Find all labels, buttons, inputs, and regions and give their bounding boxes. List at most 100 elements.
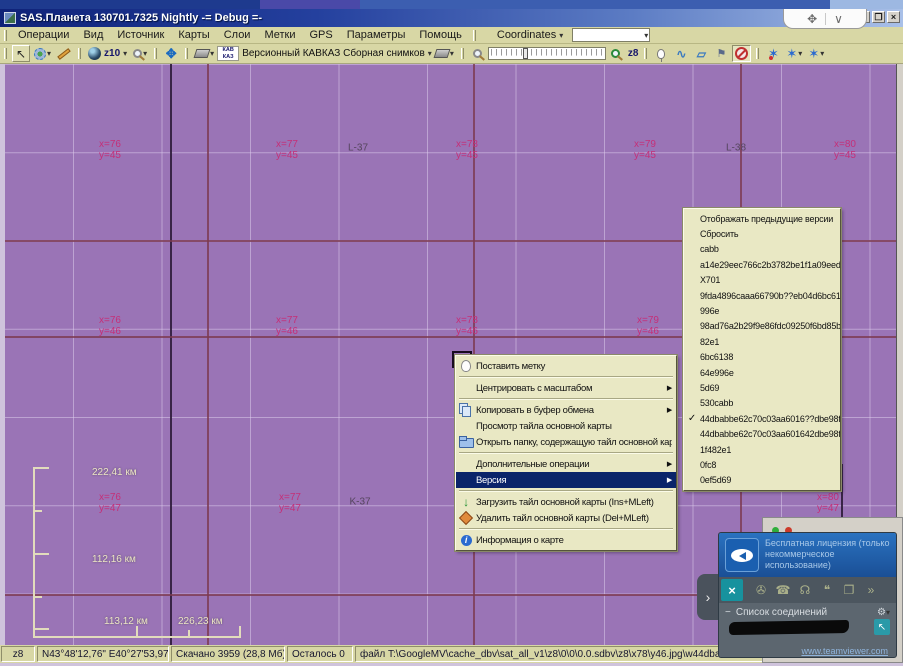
- zoom-in-button[interactable]: [607, 45, 625, 62]
- more-icon[interactable]: »: [861, 583, 881, 597]
- version-menu-item[interactable]: 64e996e: [684, 365, 840, 380]
- phone-call-icon[interactable]: ☎: [773, 583, 793, 597]
- chevron-down-icon[interactable]: ▾: [820, 49, 824, 58]
- context-menu-item[interactable]: Версия▶: [456, 472, 676, 488]
- video-call-icon[interactable]: ✇: [751, 583, 771, 597]
- toolbar-grip[interactable]: [154, 48, 157, 59]
- chevron-down-icon[interactable]: ▾: [450, 49, 454, 58]
- teamviewer-dock-tab[interactable]: ✥ ∨: [783, 9, 867, 29]
- file-transfer-icon[interactable]: ❐: [839, 583, 859, 597]
- toolbar-grip[interactable]: [78, 48, 81, 59]
- version-menu-item[interactable]: 82e1: [684, 334, 840, 349]
- version-menu-item[interactable]: ✓44dbabbe62c70c03aa6016??dbe98f3d: [684, 411, 840, 426]
- version-menu-item[interactable]: 0fc8: [684, 457, 840, 472]
- menubar-item[interactable]: Помощь: [412, 28, 469, 42]
- menubar-item[interactable]: Операции: [11, 28, 76, 42]
- version-menu-item[interactable]: 0ef5d69: [684, 473, 840, 488]
- context-menu-item[interactable]: Поставить метку: [456, 358, 676, 374]
- toolbar-grip[interactable]: [644, 48, 647, 59]
- version-menu-item[interactable]: Отображать предыдущие версии: [684, 211, 840, 226]
- connect-cursor-button[interactable]: ↖: [874, 619, 890, 635]
- previous-zoom-button[interactable]: z10▾: [86, 45, 129, 62]
- basemap-button[interactable]: ▾: [193, 45, 216, 62]
- menubar-item[interactable]: GPS: [303, 28, 340, 42]
- gear-icon[interactable]: ⚙▾: [877, 607, 890, 618]
- version-menu-item[interactable]: 44dbabbe62c70c03aa601642dbe98f3d: [684, 426, 840, 441]
- chevron-down-icon[interactable]: ▾: [644, 31, 648, 40]
- toolbar-grip[interactable]: [461, 48, 464, 59]
- placemark-manager-button[interactable]: ⚑: [712, 45, 730, 62]
- version-menu-item[interactable]: 98ad76a2b29f9e86fdc09250f6bd85bf: [684, 319, 840, 334]
- toolbar-grip[interactable]: [473, 30, 476, 41]
- menu-item-label: Информация о карте: [476, 535, 672, 546]
- version-menu-item[interactable]: 9fda4896caaa66790b??eb04d6bc6138: [684, 288, 840, 303]
- menubar-item[interactable]: Метки: [257, 28, 302, 42]
- toolbar-grip[interactable]: [756, 48, 759, 59]
- zoom-slider-thumb[interactable]: [523, 48, 528, 59]
- restore-button[interactable]: ❐: [872, 11, 885, 23]
- gps-connect-button[interactable]: ✶: [764, 45, 782, 62]
- version-label: 64e996e: [700, 368, 734, 378]
- version-menu-item[interactable]: 996e: [684, 303, 840, 318]
- menubar-item[interactable]: Карты: [171, 28, 216, 42]
- chat-bubble-tab[interactable]: ›: [697, 574, 719, 620]
- zoom-out-button[interactable]: [469, 45, 487, 62]
- context-menu-item[interactable]: Центрировать с масштабом▶: [456, 380, 676, 396]
- chevron-down-icon[interactable]: ∨: [834, 12, 843, 26]
- zoom-tool-button[interactable]: ▾: [131, 45, 149, 62]
- ruler-icon: [57, 48, 70, 60]
- toolbar-grip[interactable]: [185, 48, 188, 59]
- chevron-down-icon[interactable]: ▾: [143, 49, 147, 58]
- chevron-down-icon[interactable]: ▾: [210, 49, 214, 58]
- menu-item-label: Удалить тайл основной карты (Del+MLeft): [476, 513, 672, 524]
- version-menu-item[interactable]: 6bc6138: [684, 350, 840, 365]
- version-menu-item[interactable]: X701: [684, 273, 840, 288]
- menubar-item[interactable]: Слои: [217, 28, 258, 42]
- hide-marks-button[interactable]: [732, 45, 751, 62]
- add-polygon-button[interactable]: ▱: [692, 45, 710, 62]
- context-menu-item[interactable]: Удалить тайл основной карты (Del+MLeft): [456, 510, 676, 526]
- chevron-down-icon[interactable]: ▾: [47, 49, 51, 58]
- teamviewer-website-link[interactable]: www.teamviewer.com: [801, 646, 888, 656]
- chat-icon[interactable]: ❝: [817, 583, 837, 597]
- toolbar-grip[interactable]: [4, 48, 7, 59]
- coordinates-button[interactable]: Coordinates ▾: [492, 28, 568, 42]
- context-menu-item[interactable]: Просмотр тайла основной карты: [456, 418, 676, 434]
- selection-area-button[interactable]: ▾: [32, 45, 53, 62]
- full-extent-button[interactable]: ✥: [162, 45, 180, 62]
- gps-tools-button[interactable]: ✶▾: [784, 45, 804, 62]
- context-menu-item[interactable]: Информация о карте: [456, 532, 676, 548]
- context-menu-item[interactable]: Открыть папку, содержащую тайл основной …: [456, 434, 676, 450]
- chevron-down-icon[interactable]: ▾: [123, 49, 127, 58]
- version-menu-item[interactable]: 530cabb: [684, 396, 840, 411]
- version-menu-item[interactable]: 5d69: [684, 380, 840, 395]
- menubar-item[interactable]: Вид: [76, 28, 110, 42]
- select-tool-button[interactable]: ↖: [12, 45, 30, 62]
- version-menu-item[interactable]: a14e29eec766c2b3782be1f1a09eed69: [684, 257, 840, 272]
- chevron-down-icon[interactable]: ▾: [428, 49, 432, 58]
- expand-icon[interactable]: ✥: [807, 12, 817, 26]
- version-menu-item[interactable]: Сбросить: [684, 226, 840, 241]
- context-menu-item[interactable]: Дополнительные операции▶: [456, 456, 676, 472]
- toolbar-grip[interactable]: [4, 30, 7, 41]
- close-icon[interactable]: ×: [721, 579, 743, 601]
- version-menu-item[interactable]: 1f482e1: [684, 442, 840, 457]
- distance-measure-button[interactable]: [55, 45, 73, 62]
- version-menu-item[interactable]: cabb: [684, 242, 840, 257]
- menubar-item[interactable]: Параметры: [340, 28, 413, 42]
- layers-menu-button[interactable]: ▾: [433, 45, 456, 62]
- close-button[interactable]: ×: [887, 11, 900, 23]
- titlebar[interactable]: SAS.Планета 130701.7325 Nightly -= Debug…: [0, 9, 903, 27]
- add-path-button[interactable]: ∿: [672, 45, 690, 62]
- zoom-slider[interactable]: [488, 47, 606, 60]
- chevron-down-icon[interactable]: ▾: [798, 49, 802, 58]
- coordinates-combobox[interactable]: ▾: [572, 28, 650, 42]
- context-menu-item[interactable]: Копировать в буфер обмена▶: [456, 402, 676, 418]
- headset-icon[interactable]: ☊: [795, 583, 815, 597]
- collapse-icon[interactable]: −: [725, 607, 731, 618]
- menubar-item[interactable]: Источник: [110, 28, 171, 42]
- context-menu-item[interactable]: Загрузить тайл основной карты (Ins+MLeft…: [456, 494, 676, 510]
- gps-options-button[interactable]: ✶▾: [806, 45, 826, 62]
- active-map-name[interactable]: Версионный КАВКАЗ Сборная снимков: [242, 48, 425, 59]
- add-placemark-button[interactable]: [652, 45, 670, 62]
